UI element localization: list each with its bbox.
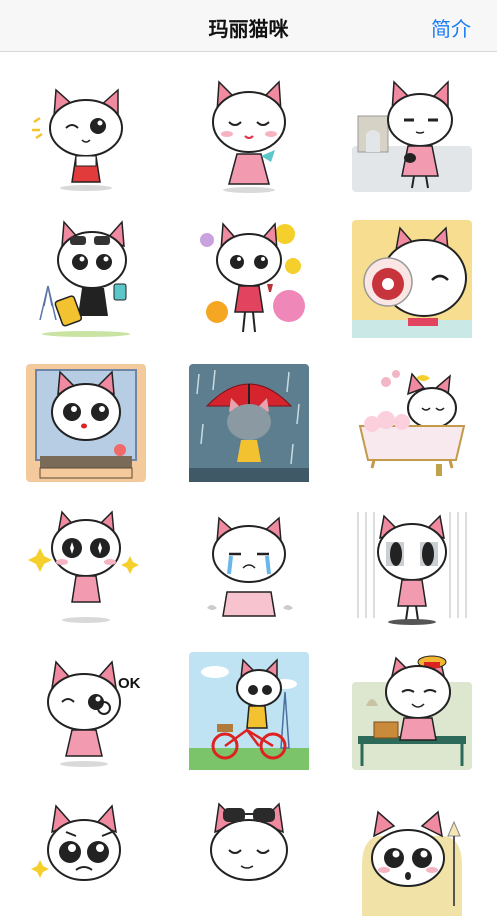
cat-party-icon — [200, 222, 305, 333]
sticker-sunglasses[interactable] — [189, 796, 309, 916]
sticker-wink-pose[interactable] — [26, 76, 146, 196]
cat-wink-icon — [32, 88, 123, 191]
sticker-wine-glass[interactable] — [352, 220, 472, 340]
cat-bath-icon — [358, 370, 466, 476]
sticker-paris-arc[interactable] — [352, 76, 472, 196]
sticker-rain-umbrella[interactable] — [189, 364, 309, 484]
cat-window-icon — [26, 364, 146, 482]
sticker-sparkle-eyes[interactable] — [26, 508, 146, 628]
sticker-crying[interactable] — [189, 508, 309, 628]
sticker-blush-kiss[interactable] — [189, 76, 309, 196]
sticker-bubble-bath[interactable] — [352, 364, 472, 484]
ok-text: OK — [118, 675, 141, 692]
cat-ok-icon: OK — [47, 660, 141, 767]
cat-sparkle-icon — [28, 510, 139, 623]
cat-wine-icon — [352, 220, 472, 338]
intro-button[interactable]: 简介 — [431, 13, 471, 42]
cat-travel-icon — [39, 220, 130, 337]
sticker-ok[interactable]: OK — [26, 652, 146, 772]
sticker-bicycle[interactable] — [189, 652, 309, 772]
sticker-window[interactable] — [26, 364, 146, 484]
sticker-picnic[interactable] — [352, 652, 472, 772]
nav-bar: 玛丽猫咪 简介 — [0, 0, 497, 52]
sticker-travel-suitcase[interactable] — [26, 220, 146, 340]
cat-cry-icon — [207, 516, 293, 617]
sticker-party-wine[interactable] — [189, 220, 309, 340]
cat-armchair-icon — [362, 810, 462, 916]
cat-blush-icon — [212, 80, 286, 193]
sticker-shock[interactable] — [352, 508, 472, 628]
sticker-sad[interactable] — [26, 796, 146, 916]
cat-sunglasses-icon — [210, 802, 288, 881]
page-title: 玛丽猫咪 — [208, 19, 289, 41]
cat-bike-icon — [189, 652, 309, 770]
cat-shock-icon — [357, 512, 467, 625]
cat-sad-icon — [31, 804, 121, 881]
cat-picnic-icon — [352, 655, 472, 770]
sticker-armchair[interactable] — [352, 796, 472, 916]
cat-umbrella-icon — [189, 364, 309, 482]
cat-paris-icon — [352, 80, 472, 192]
